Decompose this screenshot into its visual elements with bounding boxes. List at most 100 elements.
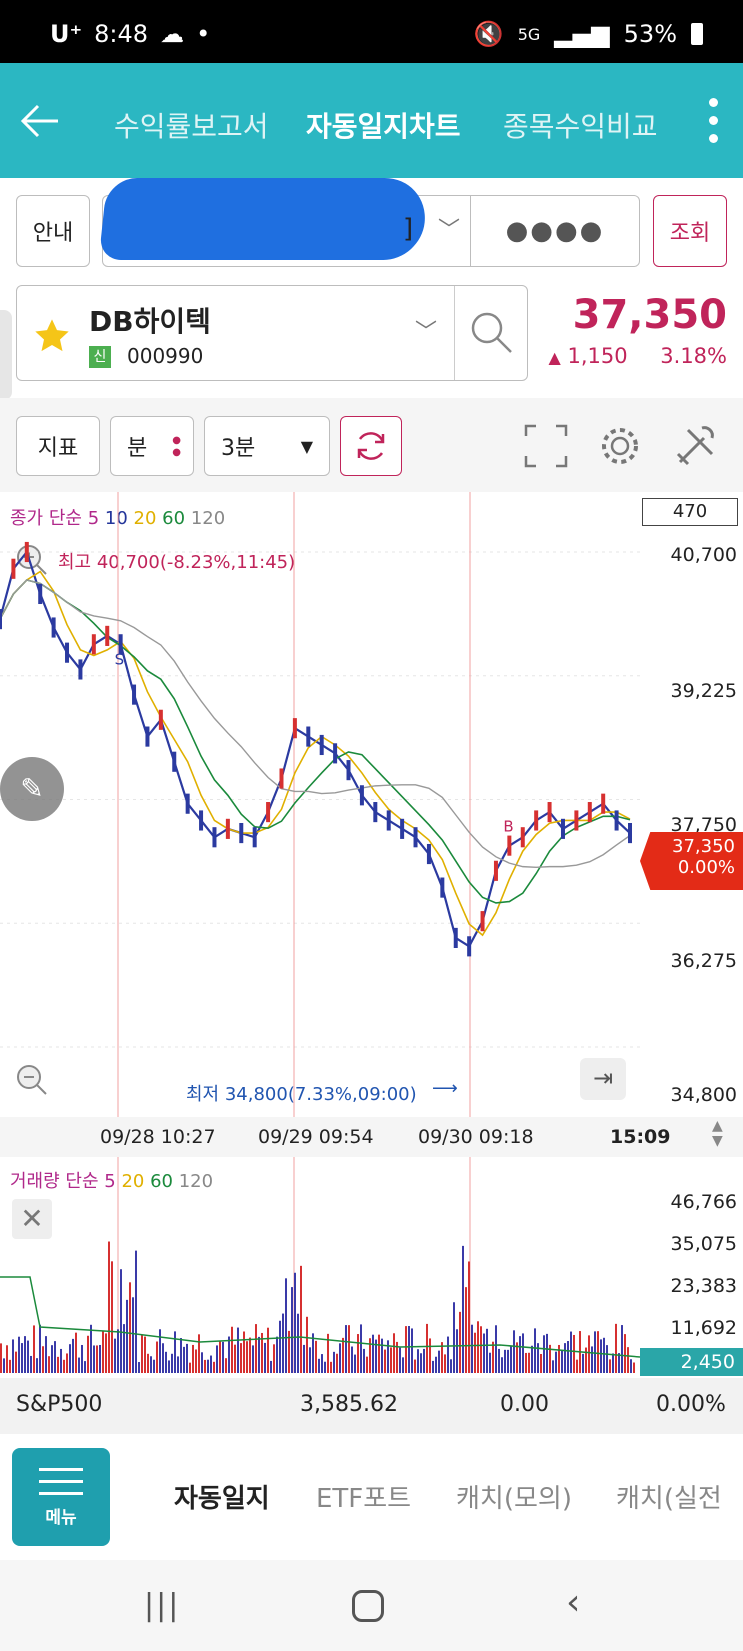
interval-select[interactable]: 3분 ▼ xyxy=(204,416,330,476)
home-icon[interactable] xyxy=(352,1590,384,1622)
tab-auto-journal-chart[interactable]: 자동일지차트 xyxy=(306,105,461,145)
volume-bar xyxy=(378,1334,380,1373)
volume-bar xyxy=(477,1321,479,1373)
volume-bar xyxy=(18,1336,20,1373)
search-icon[interactable] xyxy=(469,310,515,356)
volume-bar xyxy=(285,1278,287,1373)
pencil-icon[interactable]: ✎ xyxy=(0,757,64,821)
candle xyxy=(0,609,2,630)
volume-bar xyxy=(267,1327,269,1373)
scroll-arrows-icon[interactable]: ▲ ▼ xyxy=(712,1119,723,1149)
gear-icon[interactable] xyxy=(598,424,642,468)
y-tick: 36,275 xyxy=(670,950,737,972)
volume-bar xyxy=(567,1341,569,1373)
candle xyxy=(306,726,311,747)
volume-bar xyxy=(618,1353,620,1373)
star-icon[interactable] xyxy=(31,316,73,356)
volume-bar xyxy=(555,1351,557,1373)
volume-bar xyxy=(393,1333,395,1373)
back-arrow-icon[interactable] xyxy=(18,98,64,144)
candle xyxy=(132,684,137,705)
volume-bar xyxy=(24,1336,26,1373)
volume-bar xyxy=(564,1343,566,1373)
redaction-mark xyxy=(98,178,430,260)
price-axis: 40,700 39,225 37,750 36,275 34,800 xyxy=(640,492,743,1117)
volume-bar xyxy=(540,1354,542,1373)
volume-bar xyxy=(471,1324,473,1373)
volume-bar xyxy=(462,1245,464,1373)
price-change-pct: 3.18% xyxy=(660,344,727,368)
volume-bar xyxy=(630,1359,632,1373)
volume-bar xyxy=(69,1344,71,1373)
volume-bar xyxy=(153,1359,155,1373)
volume-bar xyxy=(360,1324,362,1373)
candle xyxy=(105,625,110,646)
volume-bar xyxy=(495,1325,497,1373)
volume-bar xyxy=(219,1341,221,1373)
price-chart[interactable]: 종가 단순 5 10 20 60 120 470 최고 40,700(-8.23… xyxy=(0,492,743,1117)
volume-bar xyxy=(465,1287,467,1373)
period-button[interactable]: 분 ● ● xyxy=(110,416,194,476)
refresh-button[interactable] xyxy=(340,416,402,476)
chevron-down-icon[interactable]: ﹀ xyxy=(415,314,437,346)
menu-tab-catch-real[interactable]: 캐치(실전 xyxy=(616,1478,726,1515)
volume-bar xyxy=(570,1331,572,1373)
volume-bar xyxy=(417,1349,419,1373)
candle xyxy=(333,743,338,764)
menu-tab-catch-mock[interactable]: 캐치(모의) xyxy=(456,1478,572,1515)
candle xyxy=(440,877,445,898)
volume-bar xyxy=(348,1325,350,1373)
side-handle[interactable] xyxy=(0,310,12,400)
password-field[interactable]: ●●●● xyxy=(470,195,640,267)
volume-bar xyxy=(204,1359,206,1373)
volume-bar xyxy=(114,1338,116,1373)
app-bar: 수익률보고서 자동일지차트 종목수익비교 xyxy=(0,63,743,178)
fullscreen-icon[interactable] xyxy=(524,424,568,468)
candle xyxy=(373,802,378,823)
volume-bar xyxy=(198,1334,200,1373)
volume-bar xyxy=(117,1329,119,1373)
current-price-value: 37,350 xyxy=(672,836,735,857)
volume-bar xyxy=(609,1359,611,1373)
more-menu-icon[interactable] xyxy=(709,98,719,146)
zoom-out-icon[interactable] xyxy=(14,1062,50,1098)
menu-tab-etf[interactable]: ETF포트 xyxy=(316,1478,411,1515)
query-button[interactable]: 조회 xyxy=(653,195,727,267)
volume-bar xyxy=(453,1302,455,1373)
guide-button[interactable]: 안내 xyxy=(16,195,90,267)
recent-apps-icon[interactable]: ||| xyxy=(144,1588,180,1623)
volume-bar xyxy=(321,1354,323,1373)
volume-bar xyxy=(357,1334,359,1373)
volume-bar xyxy=(438,1350,440,1373)
indicator-button[interactable]: 지표 xyxy=(16,416,100,476)
volume-bar xyxy=(513,1330,515,1373)
tools-icon[interactable] xyxy=(674,424,718,468)
volume-chart[interactable]: 거래량 단순 5 20 60 120 ✕ 46,766 35,075 23,38… xyxy=(0,1157,743,1376)
menu-button[interactable]: 메뉴 xyxy=(12,1448,110,1546)
scroll-end-icon[interactable]: ⇥ xyxy=(580,1058,626,1100)
ma20-line xyxy=(0,570,631,937)
volume-bar xyxy=(63,1359,65,1373)
volume-bar xyxy=(381,1338,383,1373)
volume-bar xyxy=(486,1328,488,1373)
volume-bar xyxy=(270,1360,272,1373)
hamburger-icon xyxy=(39,1468,83,1495)
stock-selector[interactable]: DB하이텍 신 000990 ﹀ xyxy=(16,285,528,381)
volume-bar xyxy=(363,1348,365,1373)
candle xyxy=(185,793,190,814)
volume-bar xyxy=(105,1333,107,1373)
tab-stock-compare[interactable]: 종목수익비교 xyxy=(503,105,663,145)
volume-bar xyxy=(384,1349,386,1373)
account-select[interactable]: ] ﹀ xyxy=(98,178,472,267)
volume-plot xyxy=(0,1157,640,1373)
account-bracket: ] xyxy=(403,214,414,244)
volume-bar xyxy=(366,1356,368,1373)
volume-bar xyxy=(543,1335,545,1373)
volume-bar xyxy=(372,1334,374,1373)
tab-return-report[interactable]: 수익률보고서 xyxy=(114,105,269,145)
volume-bar xyxy=(243,1331,245,1373)
candle xyxy=(520,827,525,848)
back-icon[interactable]: ‹ xyxy=(566,1582,580,1623)
volume-bar xyxy=(627,1347,629,1373)
menu-tab-journal[interactable]: 자동일지 xyxy=(174,1478,270,1515)
